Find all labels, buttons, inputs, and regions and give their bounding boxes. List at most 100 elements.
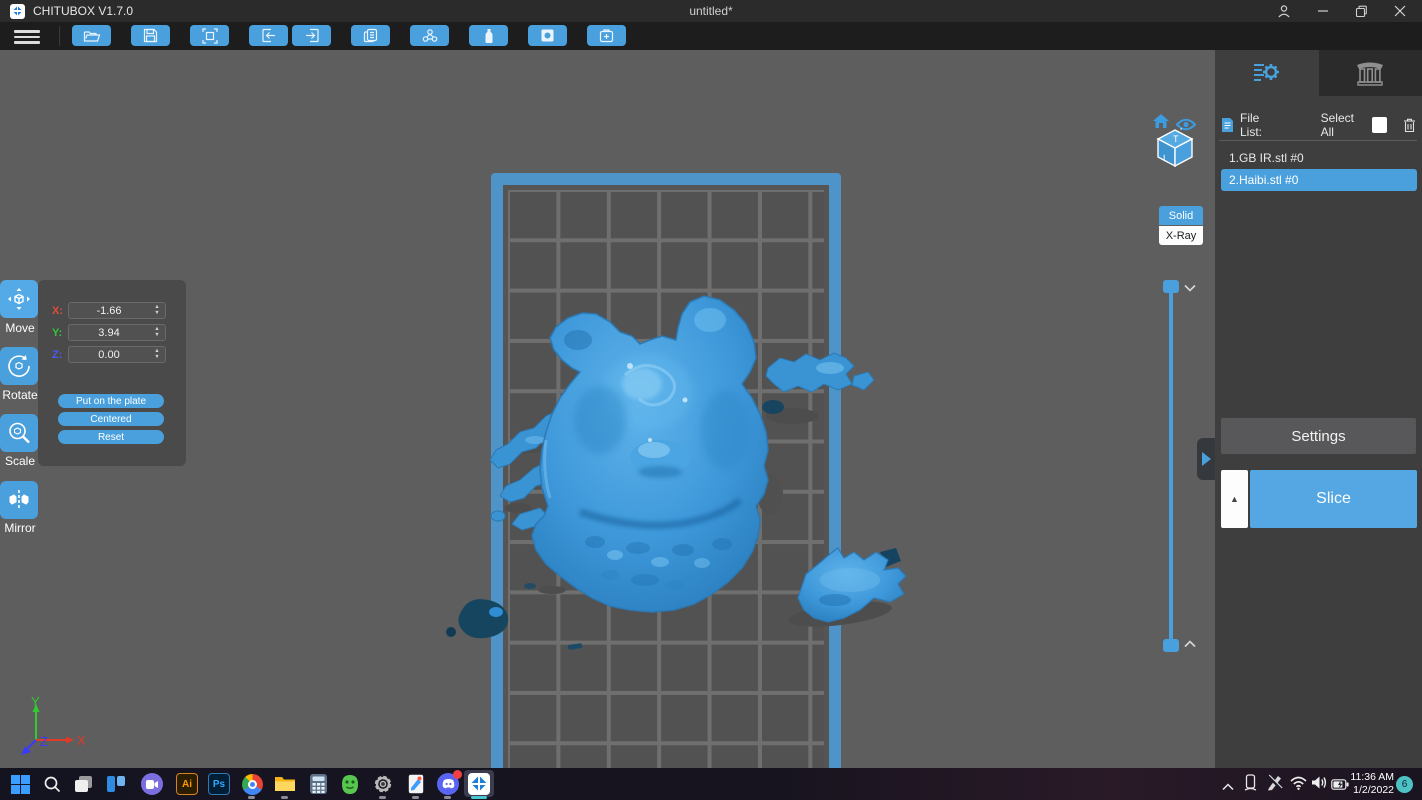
y-stepper[interactable]: ▲▼ — [151, 325, 163, 340]
file-list-item-selected[interactable]: 2.Haibi.stl #0 — [1221, 169, 1417, 191]
view-cube[interactable]: T L F — [1154, 128, 1196, 173]
discord-icon[interactable] — [436, 772, 460, 796]
network-button[interactable] — [410, 25, 449, 46]
tab-settings-list[interactable] — [1215, 50, 1319, 96]
snip-app-icon[interactable] — [104, 772, 128, 796]
task-view-icon[interactable] — [72, 772, 96, 796]
chevron-up-icon[interactable] — [1184, 640, 1196, 648]
chrome-icon[interactable] — [240, 772, 264, 796]
put-on-plate-button[interactable]: Put on the plate — [58, 394, 164, 408]
svg-text:L: L — [1163, 153, 1168, 166]
close-button[interactable] — [1394, 5, 1406, 17]
paint-doc-icon[interactable] — [404, 772, 428, 796]
running-indicator — [412, 796, 419, 799]
scale-tool-button[interactable] — [0, 414, 38, 452]
file-explorer-icon[interactable] — [273, 772, 297, 796]
z-input[interactable] — [69, 348, 149, 362]
clock-time: 11:36 AM — [1342, 771, 1394, 784]
chevron-down-icon[interactable] — [1184, 284, 1196, 292]
settings-gear-icon[interactable] — [371, 772, 395, 796]
chitubox-taskbar-icon[interactable] — [464, 770, 494, 797]
rotate-tool-button[interactable] — [0, 347, 38, 385]
running-indicator — [248, 796, 255, 799]
capture-button[interactable] — [190, 25, 229, 46]
x-stepper[interactable]: ▲▼ — [151, 303, 163, 318]
green-app-icon[interactable] — [338, 772, 362, 796]
svg-text:T: T — [1173, 134, 1179, 144]
illustrator-icon[interactable]: Ai — [175, 772, 199, 796]
panel-collapse-arrow[interactable] — [1197, 438, 1215, 480]
z-stepper[interactable]: ▲▼ — [151, 347, 163, 362]
y-input-field[interactable]: ▲▼ — [68, 324, 166, 341]
account-icon[interactable] — [1277, 4, 1291, 18]
layer-slider-top-handle[interactable] — [1163, 280, 1179, 293]
mirror-tool-label: Mirror — [0, 521, 40, 535]
model-body — [532, 296, 768, 612]
clock-date: 1/2/2022 — [1342, 784, 1394, 797]
file-name: 2.Haibi.stl #0 — [1229, 173, 1298, 187]
xray-view-button[interactable]: X-Ray — [1159, 226, 1203, 245]
mirror-tool-button[interactable] — [0, 481, 38, 519]
file-list-item[interactable]: 1.GB IR.stl #0 — [1221, 147, 1417, 169]
model-haibi-mesh[interactable] — [440, 280, 920, 670]
solid-view-button[interactable]: Solid — [1159, 206, 1203, 225]
settings-button[interactable]: Settings — [1221, 418, 1416, 454]
hollow-button[interactable] — [528, 25, 567, 46]
slice-expand-button[interactable]: ▲ — [1221, 470, 1248, 528]
file-name: 1.GB IR.stl #0 — [1229, 151, 1304, 165]
layer-slider-track[interactable] — [1169, 290, 1173, 642]
layer-slider-bottom-handle[interactable] — [1163, 639, 1179, 652]
save-button[interactable] — [131, 25, 170, 46]
menu-hamburger-icon[interactable] — [14, 27, 40, 45]
scale-tool-label: Scale — [0, 454, 40, 468]
slice-button[interactable]: Slice — [1250, 470, 1417, 528]
clone-button[interactable] — [351, 25, 390, 46]
tray-device-icon[interactable] — [1244, 774, 1257, 796]
minimize-button[interactable] — [1317, 5, 1329, 17]
reset-button[interactable]: Reset — [58, 430, 164, 444]
volume-icon[interactable] — [1311, 775, 1328, 795]
chitubox-window: CHITUBOX V1.7.0 untitled* — [0, 0, 1422, 800]
z-axis-label: Z: — [52, 349, 68, 361]
running-indicator — [444, 796, 451, 799]
file-doc-icon — [1221, 117, 1234, 133]
x-input-field[interactable]: ▲▼ — [68, 302, 166, 319]
export-button[interactable] — [292, 25, 331, 46]
search-icon[interactable] — [40, 772, 64, 796]
move-tool-label: Move — [0, 321, 40, 335]
running-indicator — [281, 796, 288, 799]
notification-badge[interactable]: 6 — [1396, 776, 1413, 793]
svg-text:F: F — [1180, 128, 1186, 133]
chat-app-icon[interactable] — [140, 772, 164, 796]
x-axis-label: X: — [52, 305, 68, 317]
restore-button[interactable] — [1355, 5, 1368, 18]
photoshop-icon[interactable]: Ps — [207, 772, 231, 796]
chitubox-running-indicator — [471, 796, 487, 799]
windows-start-icon[interactable] — [8, 772, 32, 796]
tray-pen-icon[interactable] — [1266, 774, 1283, 796]
trash-icon[interactable] — [1403, 118, 1416, 133]
svg-text:Y: Y — [31, 694, 40, 709]
running-indicator — [379, 796, 386, 799]
model-right-arm — [766, 353, 874, 392]
axis-indicator: Y X Z — [14, 694, 92, 766]
y-input[interactable] — [69, 326, 149, 340]
open-folder-button[interactable] — [72, 25, 111, 46]
resin-bottle-button[interactable] — [469, 25, 508, 46]
tray-chevron-icon[interactable] — [1222, 778, 1234, 796]
centered-button[interactable]: Centered — [58, 412, 164, 426]
dig-hole-button[interactable] — [587, 25, 626, 46]
select-all-checkbox[interactable] — [1372, 117, 1387, 133]
taskbar-clock[interactable]: 11:36 AM 1/2/2022 — [1342, 771, 1394, 797]
tab-support[interactable] — [1319, 50, 1422, 96]
file-list-label: File List: — [1240, 111, 1281, 139]
select-all-label: Select All — [1321, 111, 1366, 139]
z-input-field[interactable]: ▲▼ — [68, 346, 166, 363]
calculator-icon[interactable] — [306, 772, 330, 796]
document-title: untitled* — [0, 4, 1422, 18]
wifi-icon[interactable] — [1290, 776, 1307, 795]
import-button[interactable] — [249, 25, 288, 46]
x-input[interactable] — [69, 304, 149, 318]
move-tool-button[interactable] — [0, 280, 38, 318]
viewport-3d[interactable]: Move Rotate Scale Mirror — [0, 50, 1215, 768]
